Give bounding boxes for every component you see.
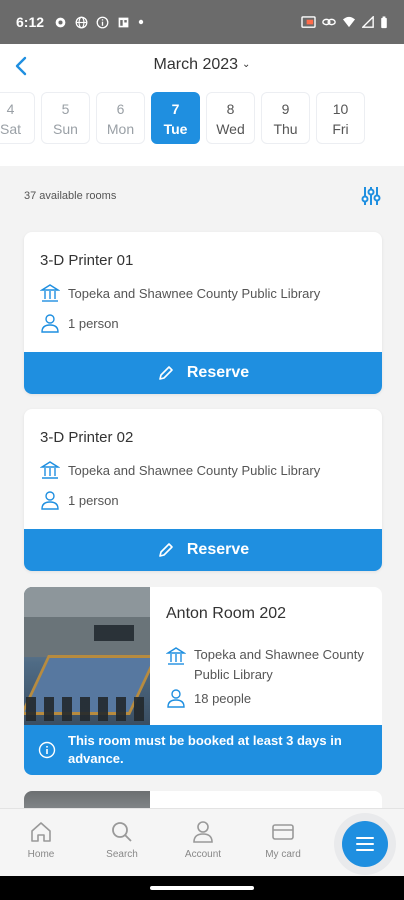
room-card[interactable]: 3-D Printer 01 Topeka and Shawnee County… xyxy=(24,232,382,394)
battery-icon xyxy=(381,15,387,28)
person-icon xyxy=(41,491,59,510)
filter-sliders-icon[interactable] xyxy=(360,185,382,207)
status-time: 6:12 xyxy=(16,14,45,30)
room-photo xyxy=(24,587,150,725)
dot-icon xyxy=(138,19,144,25)
link-icon xyxy=(322,18,336,26)
day-chip-selected[interactable]: 7 Tue xyxy=(151,92,200,144)
globe-icon xyxy=(75,16,88,28)
account-icon xyxy=(193,821,213,843)
nav-home[interactable]: Home xyxy=(9,819,73,860)
news-icon xyxy=(118,17,129,27)
day-strip: 4 Sat 5 Sun 6 Mon 7 Tue 8 Wed 9 Thu 10 Fri xyxy=(0,92,365,144)
day-chip[interactable]: 5 Sun xyxy=(41,92,90,144)
available-count: 37 available rooms xyxy=(24,190,117,202)
chevron-down-icon: ⌄ xyxy=(242,59,251,70)
room-capacity: 1 person xyxy=(24,490,382,510)
room-card[interactable]: Anton Room 202 Topeka and Shawnee County… xyxy=(24,587,382,775)
library-building-icon xyxy=(40,284,60,302)
nav-account[interactable]: Account xyxy=(171,819,235,860)
library-building-icon xyxy=(166,647,186,665)
card-icon xyxy=(272,824,294,840)
wifi-icon xyxy=(343,16,355,28)
hamburger-menu-icon xyxy=(356,837,374,851)
menu-fab-button[interactable] xyxy=(342,821,388,867)
status-bar: 6:12 xyxy=(0,0,404,44)
date-header: March 2023 ⌄ 4 Sat 5 Sun 6 Mon 7 Tue 8 Wed 9 Th… xyxy=(0,44,404,166)
nav-my-card[interactable]: My card xyxy=(251,819,315,860)
person-icon xyxy=(167,689,185,708)
bottom-nav: Home Search Account My card xyxy=(0,808,404,876)
day-chip[interactable]: 8 Wed xyxy=(206,92,255,144)
month-selector[interactable]: March 2023 ⌄ xyxy=(0,56,404,74)
day-chip[interactable]: 6 Mon xyxy=(96,92,145,144)
pencil-icon xyxy=(159,543,173,557)
info-icon xyxy=(96,16,109,28)
library-building-icon xyxy=(40,461,60,479)
results-bar: 37 available rooms xyxy=(24,184,382,208)
nav-search[interactable]: Search xyxy=(90,819,154,860)
gesture-bar xyxy=(0,876,404,900)
room-card[interactable]: 3-D Printer 02 Topeka and Shawnee County… xyxy=(24,409,382,571)
search-icon xyxy=(112,822,132,842)
app-screen: March 2023 ⌄ 4 Sat 5 Sun 6 Mon 7 Tue 8 Wed 9 Th… xyxy=(0,44,404,876)
room-name: 3-D Printer 02 xyxy=(40,429,134,446)
month-label: March 2023 xyxy=(153,56,239,73)
booking-notice: This room must be booked at least 3 days… xyxy=(24,725,382,775)
home-icon xyxy=(31,822,51,842)
home-indicator[interactable] xyxy=(150,886,254,890)
day-chip[interactable]: 9 Thu xyxy=(261,92,310,144)
gear-icon xyxy=(55,17,66,27)
signal-icon xyxy=(362,16,374,28)
day-chip[interactable]: 4 Sat xyxy=(0,92,35,144)
room-capacity: 18 people xyxy=(166,688,251,708)
person-icon xyxy=(41,314,59,333)
room-name: 3-D Printer 01 xyxy=(40,252,134,269)
reserve-button[interactable]: Reserve xyxy=(24,352,382,394)
room-name: Anton Room 202 xyxy=(166,605,287,622)
reserve-button[interactable]: Reserve xyxy=(24,529,382,571)
room-library: Topeka and Shawnee County Public Library xyxy=(24,283,382,303)
day-chip[interactable]: 10 Fri xyxy=(316,92,365,144)
room-library: Topeka and Shawnee County Public Library xyxy=(24,460,382,480)
room-capacity: 1 person xyxy=(24,313,382,333)
pencil-icon xyxy=(159,366,173,380)
info-icon xyxy=(38,741,56,759)
cast-icon xyxy=(301,15,316,28)
room-library: Topeka and Shawnee County Public Library xyxy=(166,645,366,685)
